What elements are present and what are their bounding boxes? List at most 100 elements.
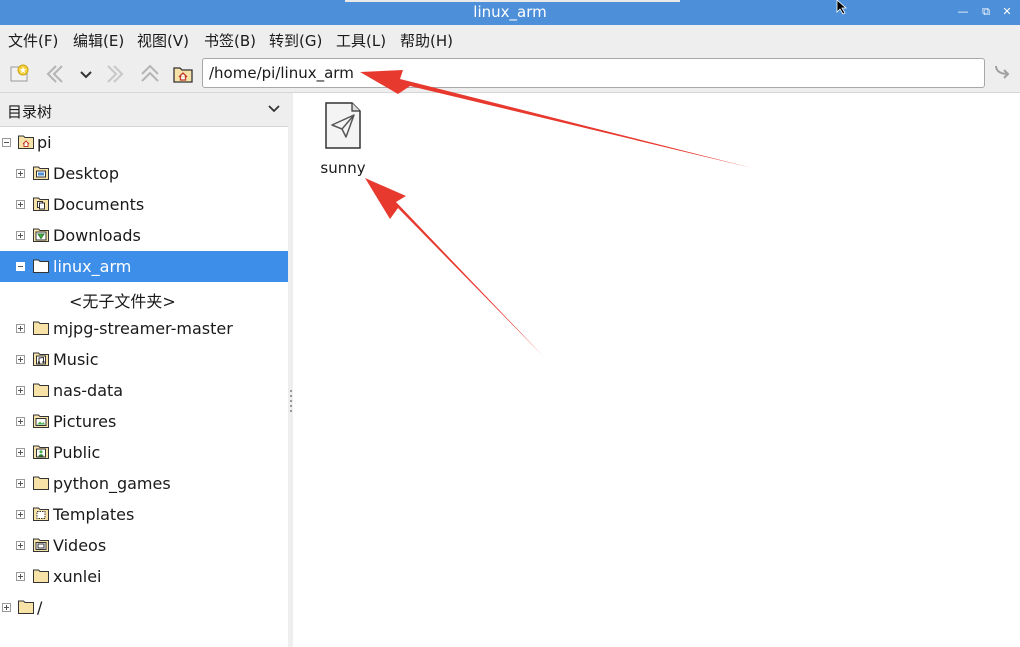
folder-icon — [33, 569, 49, 583]
expand-icon[interactable] — [16, 572, 25, 581]
forward-button[interactable] — [104, 62, 128, 86]
path-input[interactable] — [203, 59, 984, 87]
go-button[interactable] — [990, 62, 1014, 86]
expand-icon[interactable] — [16, 510, 25, 519]
maximize-icon[interactable]: ⧉ — [978, 4, 994, 20]
tree-item-label: mjpg-streamer-master — [53, 319, 233, 338]
tree-item-label: pi — [37, 133, 52, 152]
forward-arrow-icon — [107, 65, 124, 83]
close-icon[interactable]: ✕ — [999, 4, 1015, 20]
menu-bookmarks[interactable]: 书签(B) — [204, 30, 256, 51]
videos-folder-icon — [33, 538, 49, 552]
music-folder-icon — [33, 352, 49, 366]
pictures-folder-icon — [33, 414, 49, 428]
tree-item-downloads[interactable]: Downloads — [0, 220, 288, 251]
tree-item-documents[interactable]: Documents — [0, 189, 288, 220]
new-tab-button[interactable] — [8, 62, 32, 86]
splitter-grip — [290, 400, 292, 402]
tree-item-python-games[interactable]: python_games — [0, 468, 288, 499]
desktop-folder-icon — [33, 166, 49, 180]
side-pane-header[interactable]: 目录树 — [0, 93, 288, 127]
folder-icon — [18, 600, 34, 614]
toolbar — [0, 55, 1020, 93]
tree-item-desktop[interactable]: Desktop — [0, 158, 288, 189]
tree-item-no-subfolders: <无子文件夹> — [0, 282, 288, 313]
tree-item-label: Public — [53, 443, 101, 462]
executable-file-icon — [325, 102, 361, 149]
downloads-folder-icon — [33, 228, 49, 242]
expand-icon[interactable] — [16, 355, 25, 364]
tree-item-templates[interactable]: Templates — [0, 499, 288, 530]
tree-item-label: nas-data — [53, 381, 124, 400]
tree-item-label: linux_arm — [53, 257, 132, 276]
expand-icon[interactable] — [16, 386, 25, 395]
back-button[interactable] — [42, 62, 66, 86]
tree-item-label: Pictures — [53, 412, 117, 431]
expand-icon[interactable] — [16, 324, 25, 333]
tree-item-label: Music — [53, 350, 99, 369]
history-dropdown-button[interactable] — [74, 62, 98, 86]
menu-view[interactable]: 视图(V) — [137, 30, 189, 51]
tree-item-pictures[interactable]: Pictures — [0, 406, 288, 437]
title-bar[interactable]: linux_arm — ⧉ ✕ — [0, 0, 1020, 25]
tree-item-mjpg-streamer-master[interactable]: mjpg-streamer-master — [0, 313, 288, 344]
chevron-down-icon[interactable] — [266, 101, 282, 117]
tree-item-label: xunlei — [53, 567, 102, 586]
expand-icon[interactable] — [16, 541, 25, 550]
public-folder-icon — [33, 445, 49, 459]
chevron-down-icon — [80, 71, 92, 79]
file-name: sunny — [320, 159, 366, 177]
side-pane-title: 目录树 — [7, 103, 53, 121]
tree-item-label: Documents — [53, 195, 145, 214]
tree-item-label: Desktop — [53, 164, 119, 183]
tree-item-videos[interactable]: Videos — [0, 530, 288, 561]
address-bar[interactable] — [202, 58, 985, 88]
no-subfolders-label: <无子文件夹> — [69, 292, 176, 311]
tree-item-label: Templates — [53, 505, 135, 524]
menu-file[interactable]: 文件(F) — [8, 30, 58, 51]
home-folder-icon — [18, 135, 34, 149]
splitter-grip — [290, 390, 292, 392]
go-jump-icon — [995, 65, 1010, 79]
expand-icon[interactable] — [2, 603, 11, 612]
title-bar-strip — [345, 0, 680, 2]
tree-item-label: Downloads — [53, 226, 141, 245]
folder-icon — [33, 321, 49, 335]
minimize-icon[interactable]: — — [955, 4, 971, 20]
menu-go[interactable]: 转到(G) — [269, 30, 322, 51]
collapse-icon[interactable] — [2, 138, 11, 147]
expand-icon[interactable] — [16, 169, 25, 178]
tree-item-label: / — [37, 598, 43, 617]
folder-icon — [33, 259, 49, 273]
new-window-icon — [10, 64, 29, 82]
tree-item-nas-data[interactable]: nas-data — [0, 375, 288, 406]
tree-item-root[interactable]: / — [0, 592, 288, 623]
expand-icon[interactable] — [16, 200, 25, 209]
collapse-icon[interactable] — [16, 262, 25, 271]
splitter-grip — [290, 395, 292, 397]
home-button[interactable] — [171, 62, 195, 86]
expand-icon[interactable] — [16, 417, 25, 426]
window-title: linux_arm — [473, 3, 547, 21]
file-view[interactable]: sunny — [293, 93, 1020, 647]
menu-help[interactable]: 帮助(H) — [400, 30, 453, 51]
up-button[interactable] — [138, 62, 162, 86]
splitter-grip — [290, 410, 292, 412]
tree-item-pi[interactable]: pi — [0, 127, 288, 158]
expand-icon[interactable] — [16, 479, 25, 488]
menu-tools[interactable]: 工具(L) — [336, 30, 386, 51]
tree-item-xunlei[interactable]: xunlei — [0, 561, 288, 592]
directory-tree: pi Desktop Documents Downloads linux_arm… — [0, 127, 288, 647]
back-arrow-icon — [46, 65, 63, 83]
tree-item-public[interactable]: Public — [0, 437, 288, 468]
menu-edit[interactable]: 编辑(E) — [73, 30, 124, 51]
tree-item-linux-arm[interactable]: linux_arm — [0, 251, 288, 282]
home-folder-icon — [173, 67, 193, 83]
tree-item-label: Videos — [53, 536, 107, 555]
file-item-sunny[interactable]: sunny — [317, 99, 377, 179]
folder-icon — [33, 476, 49, 490]
expand-icon[interactable] — [16, 231, 25, 240]
folder-icon — [33, 383, 49, 397]
tree-item-music[interactable]: Music — [0, 344, 288, 375]
expand-icon[interactable] — [16, 448, 25, 457]
